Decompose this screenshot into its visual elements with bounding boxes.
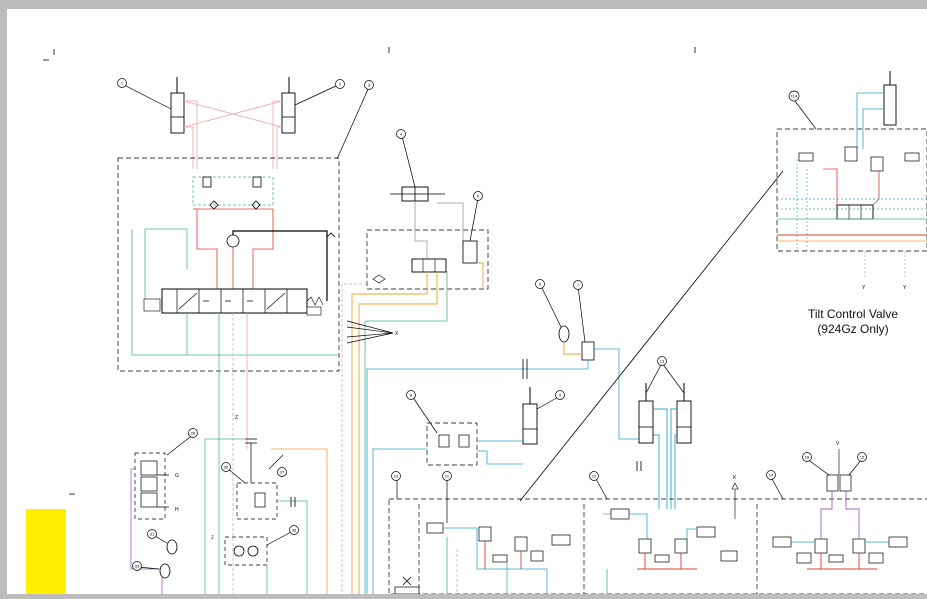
callout-number: 37 <box>280 470 285 475</box>
callout-number: 13 <box>660 359 665 364</box>
callout-number: 30 <box>224 465 229 470</box>
valve-section-12 <box>583 482 739 594</box>
port-label-y2: Y <box>903 285 907 291</box>
steering-pilot-circuit <box>144 209 336 301</box>
port-label-y1: Y <box>862 285 866 291</box>
callout-number: 31 <box>150 532 155 537</box>
port-label-v: V <box>836 441 840 447</box>
hydraulic-schematic: X Z Y Y Tilt Control Valve (924Gz Only) … <box>26 47 927 595</box>
port-label-x: X <box>395 331 399 337</box>
document-viewer: X Z Y Y Tilt Control Valve (924Gz Only) … <box>0 0 927 595</box>
callout-leaders <box>123 84 863 570</box>
steering-valve-group-box <box>117 157 340 372</box>
steering-main-valve <box>143 288 324 316</box>
caption-line-2: (924Gz Only) <box>817 322 888 336</box>
port-label-j: J <box>211 535 214 541</box>
yellow-highlight-tab <box>26 509 66 594</box>
callout-number: 36 <box>292 528 297 533</box>
steering-relief-block <box>192 176 274 210</box>
port-label-g: G <box>175 473 179 479</box>
port-label-z: Z <box>235 415 238 421</box>
steering-cylinders <box>170 77 296 169</box>
valve-section-14 <box>756 449 908 594</box>
x-port-arrows <box>346 320 394 344</box>
callout-number: 10 <box>394 474 399 479</box>
caption-line-1: Tilt Control Valve <box>808 307 898 321</box>
port-label-k: K <box>733 475 737 481</box>
callout-bubbles <box>117 78 867 571</box>
callout-numbers: 1 2 3 4 5 6 7 8 9 10 11 12 13 14 15 16 2… <box>121 81 865 569</box>
tilt-cylinders <box>636 383 692 509</box>
accumulator-and-check <box>366 325 647 594</box>
callout-number: 12 <box>592 474 597 479</box>
port-label-h: H <box>175 507 179 513</box>
steering-return-lines <box>131 229 339 594</box>
callout-number: 114 <box>791 94 798 99</box>
callout-number: 16 <box>805 455 810 460</box>
valve-section-10-11 <box>394 504 571 595</box>
callout-number: 15 <box>860 455 865 460</box>
callout-number: 28 <box>191 431 196 436</box>
page-tick-marks <box>43 47 696 495</box>
pilot-control-valve <box>341 186 489 594</box>
lower-left-components <box>130 438 328 594</box>
callout-number: 33 <box>135 564 140 569</box>
tilt-control-valve-inset <box>776 71 927 277</box>
callout-number: 14 <box>769 473 774 478</box>
cylinder-9-group <box>372 387 538 594</box>
schematic-page: X Z Y Y Tilt Control Valve (924Gz Only) … <box>7 9 927 595</box>
main-valve-bank-box <box>388 498 927 595</box>
